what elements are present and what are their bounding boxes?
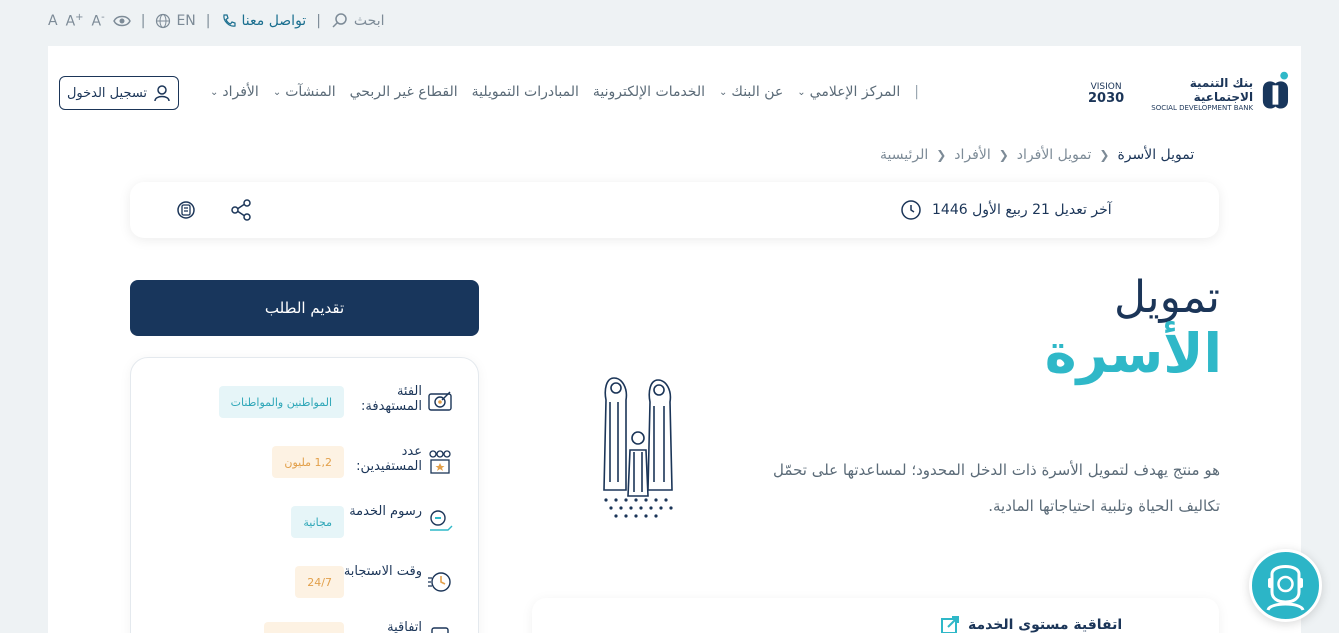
nav-item-media[interactable]: المركز الإعلامي ⌄ <box>797 84 900 100</box>
nav-item-eservices[interactable]: الخدمات الإلكترونية <box>593 84 705 100</box>
info-row-response-time: وقت الاستجابة: 24/7 <box>131 558 480 608</box>
info-row-agreement: اتفاقية <box>131 614 480 633</box>
breadcrumb: الرئيسية ❮ الأفراد ❮ تمويل الأفراد ❮ تمو… <box>880 144 1220 166</box>
bank-logo[interactable]: VISION 2030 بنك التنمية الاجتماعية SOCIA… <box>1088 70 1292 118</box>
sla-link[interactable]: اتفاقية مستوى الخدمة <box>940 614 1200 633</box>
chevron-left-icon: ❮ <box>998 148 1009 162</box>
nav-item-initiatives[interactable]: المبادرات التمويلية <box>472 84 579 100</box>
eye-icon[interactable] <box>112 14 131 28</box>
chat-assistant-button[interactable] <box>1249 549 1322 622</box>
copy-link-icon[interactable] <box>175 199 197 221</box>
target-icon <box>428 391 452 411</box>
font-increase-button[interactable]: A+ <box>66 12 84 30</box>
search-icon <box>332 13 347 28</box>
nav-item-nonprofit[interactable]: القطاع غير الربحي <box>350 84 458 100</box>
product-info-panel: الفئة المستهدفة: المواطنين والمواطنات عد… <box>130 357 479 633</box>
info-row-target: الفئة المستهدفة: المواطنين والمواطنات <box>131 378 480 428</box>
breadcrumb-current: تمويل الأسرة <box>1117 147 1195 163</box>
clock-icon <box>428 572 451 592</box>
vision-2030-logo: VISION 2030 <box>1088 82 1125 106</box>
product-description: هو منتج يهدف لتمويل الأسرة ذات الدخل الم… <box>773 461 1220 515</box>
font-decrease-button[interactable]: A- <box>92 12 105 30</box>
phone-icon <box>222 14 236 27</box>
search-link[interactable]: ابحث <box>331 12 385 30</box>
breadcrumb-individuals[interactable]: الأفراد <box>954 147 990 163</box>
page-title-line2: الأسرة <box>1044 322 1222 385</box>
status-badge: مجانية <box>291 506 344 538</box>
chevron-left-icon: ❮ <box>1099 148 1110 162</box>
login-button[interactable]: تسجيل الدخول <box>59 76 179 110</box>
bank-mark-icon <box>1262 71 1289 109</box>
page-title-line1: تمويل <box>1114 272 1220 323</box>
status-badge: المواطنين والمواطنات <box>218 386 344 418</box>
share-icon[interactable] <box>230 199 252 221</box>
chevron-left-icon: ❮ <box>936 148 947 162</box>
chevron-down-icon: ⌄ <box>719 86 728 98</box>
fee-icon <box>430 510 453 531</box>
contact-link[interactable]: تواصل معنا <box>221 13 306 29</box>
agreement-icon <box>431 627 449 633</box>
family-illustration <box>603 377 673 518</box>
bank-name: بنك التنمية الاجتماعية SOCIAL DEVELOPMEN… <box>1151 76 1254 112</box>
status-badge <box>264 622 344 633</box>
font-size-controls: A A+ A- <box>48 12 131 30</box>
clock-icon <box>901 200 921 220</box>
info-row-fees: رسوم الخدمة مجانية <box>131 498 480 548</box>
external-link-icon <box>941 616 959 633</box>
people-icon <box>429 450 451 474</box>
breadcrumb-home[interactable]: الرئيسية <box>880 147 928 163</box>
chevron-down-icon: ⌄ <box>272 86 282 98</box>
status-badge: 24/7 <box>295 566 344 598</box>
assistant-avatar-icon <box>1266 565 1305 611</box>
nav-item-establishments[interactable]: المنشآت ⌄ <box>273 84 336 100</box>
utility-bar: ابحث | تواصل معنا | EN | A A+ A- <box>48 12 385 30</box>
font-reset-button[interactable]: A <box>48 13 58 29</box>
nav-item-individuals[interactable]: الأفراد ⌄ <box>210 84 259 100</box>
status-badge: 1,2 مليون <box>272 446 344 478</box>
globe-icon <box>156 13 171 29</box>
user-icon <box>154 85 170 102</box>
main-nav: الأفراد ⌄ المنشآت ⌄ القطاع غير الربحي المب… <box>210 84 919 100</box>
chevron-down-icon: ⌄ <box>210 86 219 98</box>
last-modified: آخر تعديل 21 ربيع الأول 1446 <box>900 198 1180 222</box>
info-row-beneficiaries: عدد المستفيدين: 1,2 مليون <box>131 438 480 488</box>
nav-item-about[interactable]: عن البنك ⌄ <box>719 84 783 100</box>
language-switch[interactable]: EN <box>155 13 196 29</box>
apply-button[interactable]: تقديم الطلب <box>130 280 479 336</box>
chevron-down-icon: ⌄ <box>797 86 806 98</box>
breadcrumb-individual-finance[interactable]: تمويل الأفراد <box>1017 147 1092 163</box>
